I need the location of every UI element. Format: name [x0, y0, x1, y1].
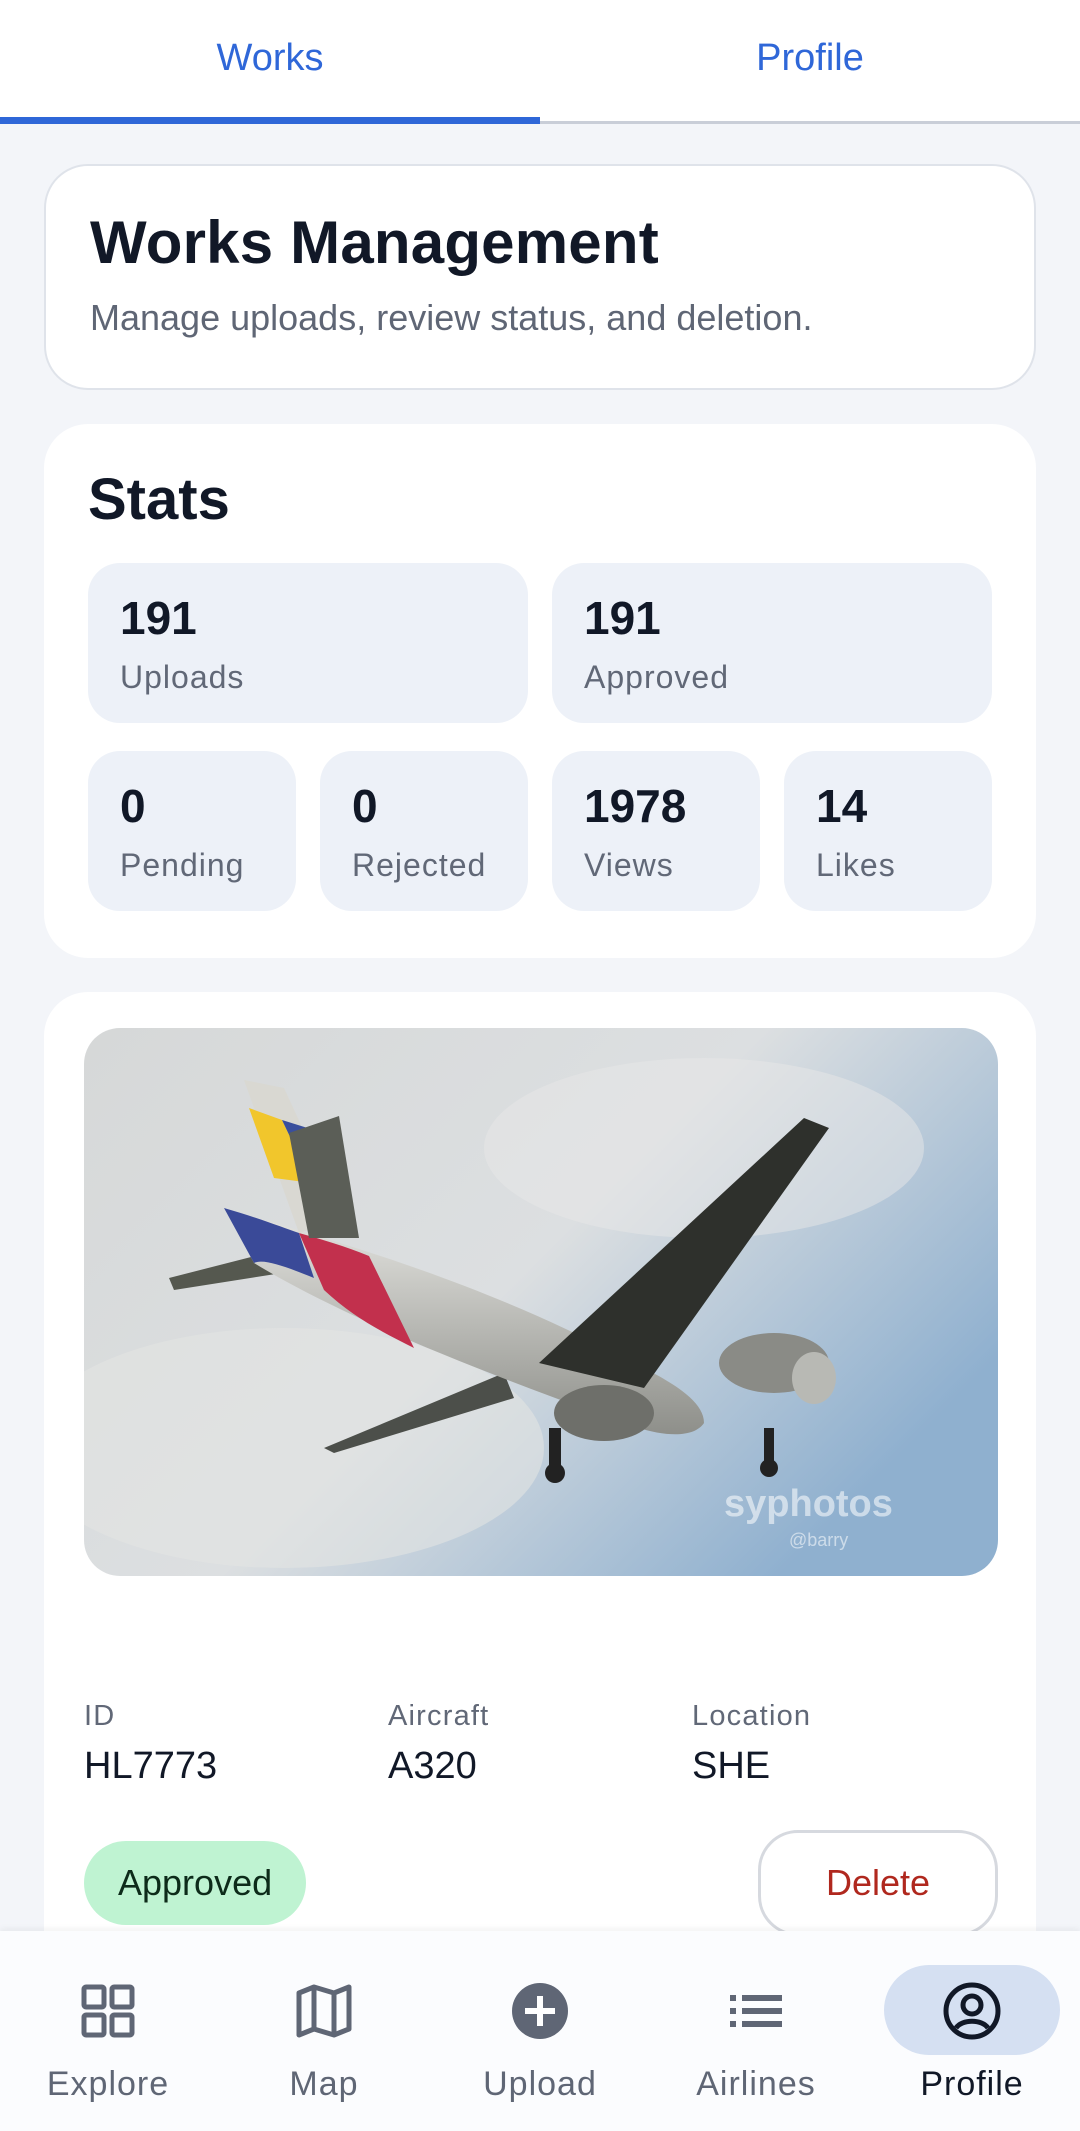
- aircraft-photo-illustration: syphotos @barry: [84, 1028, 998, 1576]
- status-badge: Approved: [84, 1841, 307, 1925]
- meta-label: Aircraft: [388, 1700, 490, 1732]
- watermark-handle: @barry: [789, 1530, 848, 1550]
- watermark-text: syphotos: [724, 1483, 893, 1525]
- stat-value: 0: [120, 780, 146, 832]
- stats-row-primary: 191 Uploads 191 Approved: [88, 563, 992, 723]
- stat-value: 191: [120, 592, 197, 644]
- plus-circle-icon: [512, 1983, 568, 2039]
- stats-title: Stats: [88, 467, 230, 532]
- page-subtitle: Manage uploads, review status, and delet…: [90, 297, 813, 338]
- tab-works[interactable]: Works: [0, 0, 540, 124]
- nav-label: Profile: [920, 2065, 1024, 2103]
- stat-label: Rejected: [352, 847, 487, 883]
- stat-value: 14: [816, 780, 868, 832]
- bottom-navigation: Explore Map Upload Airlines Profile: [0, 1931, 1080, 2131]
- meta-label: Location: [692, 1700, 812, 1732]
- stat-approved: 191 Approved: [552, 563, 992, 723]
- stat-uploads: 191 Uploads: [88, 563, 528, 723]
- stat-value: 1978: [584, 780, 687, 832]
- work-actions: Approved Delete: [84, 1830, 998, 1936]
- nav-airlines[interactable]: Airlines: [648, 1931, 864, 2131]
- nav-label: Explore: [46, 2065, 170, 2103]
- map-icon: [296, 1984, 352, 2038]
- work-card: syphotos @barry ID HL7773 Aircraft A320 …: [44, 992, 1036, 1992]
- stat-value: 0: [352, 780, 378, 832]
- meta-location: Location SHE: [692, 1700, 996, 1788]
- meta-value: HL7773: [84, 1745, 218, 1787]
- header-card: Works Management Manage uploads, review …: [44, 164, 1036, 390]
- list-icon: [730, 1995, 782, 2027]
- nav-label: Map: [289, 2065, 359, 2103]
- stat-label: Likes: [816, 847, 896, 883]
- stat-pending: 0 Pending: [88, 751, 296, 911]
- stats-row-secondary: 0 Pending 0 Rejected 1978 Views 14 Likes: [88, 751, 992, 911]
- stat-value: 191: [584, 592, 661, 644]
- meta-id: ID HL7773: [84, 1700, 388, 1788]
- stat-views: 1978 Views: [552, 751, 760, 911]
- account-circle-icon: [943, 1982, 1001, 2040]
- delete-button[interactable]: Delete: [758, 1830, 998, 1936]
- page-title: Works Management: [90, 209, 659, 276]
- nav-label: Upload: [483, 2065, 597, 2103]
- work-meta: ID HL7773 Aircraft A320 Location SHE: [84, 1700, 996, 1788]
- nav-map[interactable]: Map: [216, 1931, 432, 2131]
- stats-card: Stats 191 Uploads 191 Approved 0 Pending…: [44, 424, 1036, 958]
- aircraft-photo[interactable]: syphotos @barry: [84, 1028, 998, 1576]
- stat-label: Uploads: [120, 659, 245, 695]
- stat-rejected: 0 Rejected: [320, 751, 528, 911]
- stat-label: Approved: [584, 659, 729, 695]
- tab-profile[interactable]: Profile: [540, 0, 1080, 121]
- top-tab-bar: Works Profile: [0, 0, 1080, 124]
- meta-value: A320: [388, 1745, 477, 1787]
- nav-upload[interactable]: Upload: [432, 1931, 648, 2131]
- stat-likes: 14 Likes: [784, 751, 992, 911]
- grid-icon: [81, 1984, 135, 2038]
- meta-value: SHE: [692, 1745, 771, 1787]
- meta-label: ID: [84, 1700, 116, 1732]
- nav-profile[interactable]: Profile: [864, 1931, 1080, 2131]
- stat-label: Pending: [120, 847, 245, 883]
- stat-label: Views: [584, 847, 674, 883]
- nav-explore[interactable]: Explore: [0, 1931, 216, 2131]
- meta-aircraft: Aircraft A320: [388, 1700, 692, 1788]
- nav-label: Airlines: [696, 2065, 816, 2103]
